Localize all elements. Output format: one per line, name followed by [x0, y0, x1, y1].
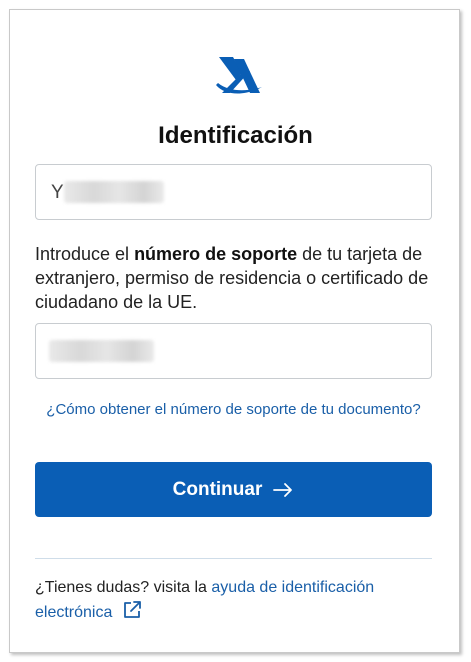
- nie-input[interactable]: Y: [35, 164, 432, 220]
- external-link-icon[interactable]: [122, 600, 142, 620]
- footer-question: ¿Tienes dudas? visita la: [35, 579, 212, 596]
- divider: [35, 558, 432, 559]
- agencia-tributaria-logo: [216, 57, 262, 94]
- instructions-before: Introduce el: [35, 244, 135, 264]
- instructions-bold: número de soporte: [134, 244, 298, 264]
- support-number-help-link[interactable]: ¿Cómo obtener el número de soporte de tu…: [35, 399, 432, 421]
- login-card: Identificación Y Introduce el número de …: [9, 9, 460, 653]
- redacted-value: [49, 340, 154, 362]
- footer-help: ¿Tienes dudas? visita la ayuda de identi…: [35, 576, 435, 625]
- redacted-value: [64, 181, 164, 203]
- continue-button-label: Continuar: [172, 478, 263, 500]
- instructions-text: Introduce el número de soporte de tu tar…: [35, 242, 435, 314]
- continue-button[interactable]: Continuar: [35, 462, 432, 517]
- nie-input-value: Y: [51, 182, 64, 203]
- page-title: Identificación: [158, 122, 313, 149]
- arrow-right-icon: [273, 482, 293, 497]
- support-number-input[interactable]: [35, 323, 432, 379]
